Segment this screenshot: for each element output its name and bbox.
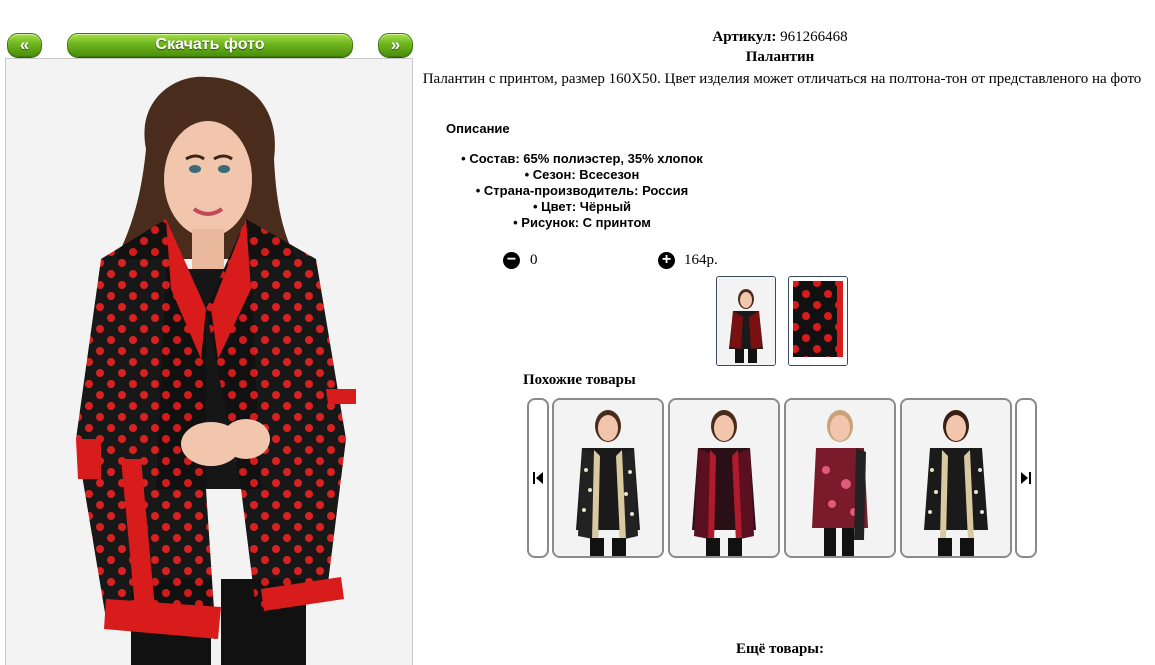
detail-item: • Цвет: Чёрный	[532, 199, 632, 214]
next-arrow-icon: »	[390, 35, 401, 54]
detail-item: • Состав: 65% полиэстер, 35% хлопок	[461, 151, 703, 166]
prev-arrow-icon: «	[19, 35, 30, 54]
similar-product-card[interactable]	[900, 398, 1012, 558]
details-list: • Состав: 65% полиэстер, 35% хлопок • Се…	[420, 151, 744, 231]
minus-icon[interactable]: −	[503, 252, 520, 269]
detail-item: • Сезон: Всесезон	[524, 167, 640, 182]
detail-item: • Рисунок: С принтом	[513, 215, 651, 230]
photo-thumbnail[interactable]	[788, 276, 848, 366]
plus-icon[interactable]: +	[658, 252, 675, 269]
prev-photo-button[interactable]: «	[7, 33, 42, 57]
main-product-photo	[5, 58, 413, 665]
price-value: 164р.	[684, 252, 718, 268]
skip-forward-icon	[1021, 472, 1031, 484]
skip-back-icon	[533, 472, 543, 484]
next-photo-button[interactable]: »	[378, 33, 413, 57]
similar-product-card[interactable]	[552, 398, 664, 558]
details-heading: Описание	[446, 121, 510, 136]
similar-product-card[interactable]	[784, 398, 896, 558]
product-title: Палантин	[745, 49, 815, 65]
photo-thumbnail[interactable]	[716, 276, 776, 366]
quantity-value: 0	[530, 252, 538, 268]
similar-prev-button[interactable]	[527, 398, 549, 558]
article-label: Артикул:	[712, 29, 777, 45]
more-products-heading: Ещё товары:	[735, 641, 825, 657]
article-line: Артикул: 961266468	[420, 29, 1140, 46]
similar-product-card[interactable]	[668, 398, 780, 558]
product-description: Палантин с принтом, размер 160X50. Цвет …	[422, 71, 1142, 87]
similar-heading: Похожие товары	[523, 372, 636, 388]
article-value: 961266468	[780, 29, 848, 45]
download-photo-button[interactable]: Скачать фото	[67, 33, 353, 57]
detail-item: • Страна-производитель: Россия	[475, 183, 689, 198]
similar-next-button[interactable]	[1015, 398, 1037, 558]
